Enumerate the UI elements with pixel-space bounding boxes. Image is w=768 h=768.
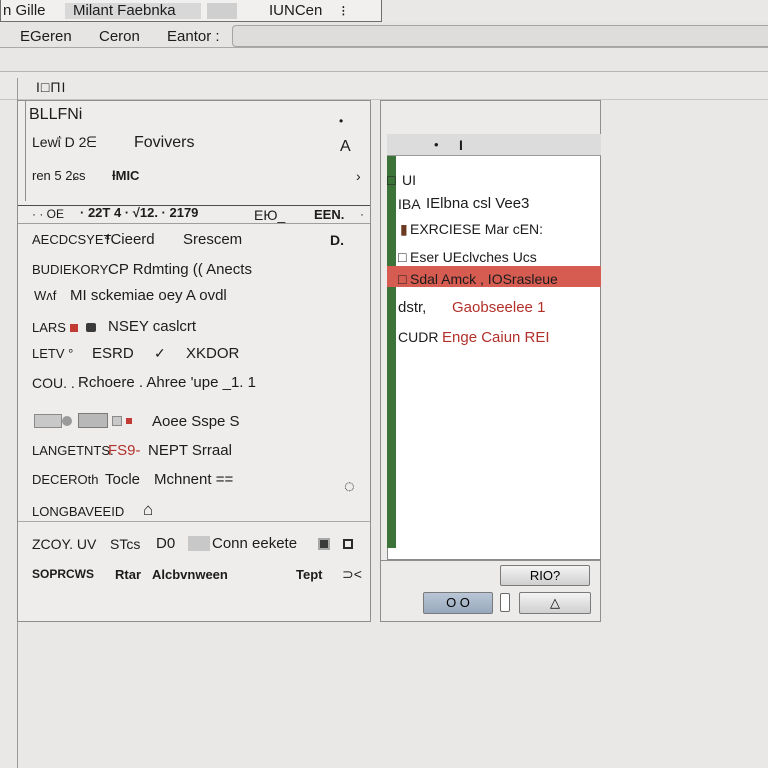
header-row2-label: ren 5 2ɕs (32, 168, 86, 183)
row-value[interactable]: ESRD (92, 345, 134, 362)
row-label: DECEROth (32, 472, 99, 487)
list-item-prefix: □ (398, 249, 407, 265)
list-item-prefix: CUDR (398, 329, 439, 345)
row-label: LANGETNTS. (32, 443, 114, 458)
row-label: LARS (32, 320, 66, 335)
list-item[interactable]: Gaobseelee 1 (452, 299, 545, 316)
header-row1-icon[interactable]: A (340, 138, 351, 156)
row-value[interactable]: Tocle (105, 471, 140, 488)
small-toggle-button[interactable] (500, 593, 510, 612)
panel-title-dot-icon[interactable]: • (339, 114, 343, 128)
circle-settings-icon[interactable]: ◌ (344, 476, 355, 497)
red-dot-icon (126, 418, 132, 424)
menu-item-ceron[interactable]: Ceron (99, 28, 140, 45)
conn-chip-icon (188, 536, 210, 551)
check-icon[interactable]: ✓ (154, 345, 166, 362)
row-value[interactable]: Rchoere . Ahree 'upe _1. 1 (78, 374, 256, 391)
row-extra: Mchnent == (154, 471, 234, 488)
strip-divider (18, 223, 370, 224)
button-area-divider (380, 560, 601, 561)
title-tab-chip-small (207, 3, 237, 19)
list-item-selected[interactable]: Sdal Amck , IOSrasleue (410, 271, 558, 287)
header-row2-value: ƚMIC (112, 168, 140, 183)
header-row1-value: Fovivers (134, 134, 195, 151)
header-row2-chevron-icon[interactable]: › (356, 168, 361, 184)
list-item-prefix: □ (398, 271, 407, 287)
strip-cell-c: EЮ_ (254, 207, 286, 223)
menu-item-egeren[interactable]: EGeren (20, 28, 72, 45)
row-value[interactable]: Aoee Sspe S (152, 413, 240, 430)
row-icon[interactable]: D. (330, 232, 344, 248)
row-label: BUDIEKORY (32, 262, 109, 277)
rtar-label[interactable]: Rtar (115, 567, 141, 582)
status-red-marker-icon (70, 324, 78, 332)
row-extra: NEPT Srraal (148, 442, 232, 459)
connect-button[interactable]: Conn eekete (212, 535, 297, 552)
row-label: Wʌf (34, 288, 57, 303)
row-value[interactable]: CP Rdmting (( Anects (108, 261, 252, 278)
list-item[interactable]: EXRCIESE Mar cEN: (410, 221, 543, 237)
tept-label[interactable]: Tept (296, 567, 322, 582)
list-item-prefix: dstr, (398, 299, 427, 316)
title-menu-icon[interactable]: ⁝ (341, 2, 346, 20)
square-toggle-icon[interactable] (343, 539, 353, 549)
rio-button[interactable]: RIO? (500, 565, 590, 586)
header-row1-label: Lewΐ D 2ᗴ (32, 134, 97, 150)
title-app-name: n Gille (3, 2, 46, 19)
list-item[interactable]: Enge Caiun REI (442, 329, 550, 346)
list-item[interactable]: IElbna csl Vee3 (426, 195, 529, 212)
strip-cell-e: · (360, 207, 364, 221)
sop-label: SOPRCWS (32, 567, 95, 581)
row-value[interactable]: FS9- (108, 442, 141, 459)
tool-strip (0, 48, 768, 72)
strip-cell-b: · 22T 4 · √12. · 2179 (80, 205, 199, 220)
small-square-icon[interactable] (112, 416, 122, 426)
toolbar-window-icon[interactable]: I□ΠI (36, 79, 66, 95)
list-header (387, 134, 601, 156)
list-item-prefix: IBA (398, 196, 421, 212)
up-arrow-button[interactable]: △ (519, 592, 591, 614)
row-value[interactable]: ⁴Cieerd (104, 231, 155, 248)
status-dark-marker-icon (86, 323, 96, 332)
row-label: AECDCSYET (32, 232, 112, 247)
toggle-slider-b[interactable] (78, 413, 108, 428)
list-item[interactable]: Eser UEclvches Ucs (410, 249, 537, 265)
list-item-prefix: □ (387, 172, 396, 188)
row-label: LONGBAVEEID (32, 504, 125, 519)
row-label: LETV ° (32, 346, 74, 361)
alc-label[interactable]: Alcbvnween (152, 567, 228, 582)
strip-cell-a: · · OE (32, 207, 64, 221)
row-extra: Srescem (183, 231, 243, 248)
list-item[interactable]: UI (402, 172, 416, 188)
row-label: COU. . (32, 375, 75, 391)
footer-divider (18, 521, 370, 522)
toggle-slider-a[interactable] (34, 414, 62, 428)
panel-title: BLLFNi (29, 106, 83, 123)
row-value[interactable]: NSEY caslcrt (108, 318, 196, 335)
menu-item-eantor[interactable]: Eantor : (167, 28, 220, 45)
list-indicator-bar (387, 156, 396, 548)
document-icon[interactable]: ⌂ (143, 500, 153, 520)
close-cross-icon[interactable]: ⊃< (342, 566, 362, 583)
list-header-dot-icon[interactable]: • (434, 137, 439, 152)
list-item-prefix: ▮ (400, 221, 408, 237)
header-left-border (25, 101, 26, 201)
title-bar: n Gille Milant Faebnka IUNCen ⁝ (0, 0, 382, 22)
row-value[interactable]: MI sckemiae oey A ovdl (70, 287, 227, 304)
strip-cell-d: EEN. (314, 207, 345, 222)
oo-button[interactable]: O O (423, 592, 493, 614)
list-header-bar-icon[interactable]: I (459, 137, 463, 153)
title-document-name[interactable]: Milant Faebnka (73, 2, 176, 19)
d0-label[interactable]: D0 (156, 535, 175, 552)
zoom-label: ZCOY. UV (32, 536, 97, 552)
title-tab-label[interactable]: IUNCen (269, 2, 322, 19)
row-extra: XKDOR (186, 345, 240, 362)
stop-square-icon[interactable] (318, 538, 330, 550)
toggle-knob-a[interactable] (62, 416, 72, 426)
menu-search-field[interactable] (232, 25, 768, 47)
stcs-label[interactable]: STcs (110, 536, 140, 552)
toolbar-row (0, 72, 768, 100)
